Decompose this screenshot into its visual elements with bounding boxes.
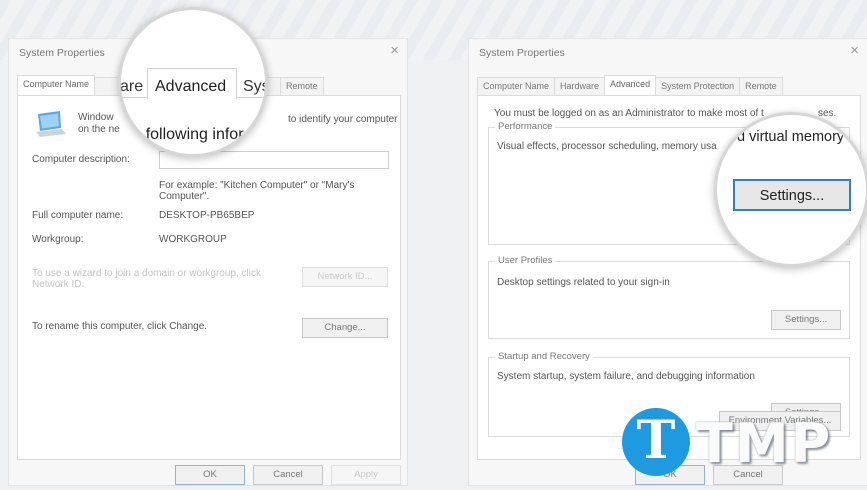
tab-system-protection[interactable]: System Protection — [655, 77, 741, 95]
user-profiles-group: User Profiles Desktop settings related t… — [488, 255, 850, 339]
tab-remote[interactable]: Remote — [739, 77, 783, 95]
ok-button[interactable]: OK — [175, 465, 245, 485]
full-computer-name-label: Full computer name: — [32, 210, 124, 221]
cancel-button[interactable]: Cancel — [253, 465, 323, 485]
user-profiles-group-label: User Profiles — [495, 255, 556, 266]
apply-button[interactable]: Apply — [331, 465, 401, 485]
magnified-performance-text: d virtual memory — [737, 129, 845, 145]
tab-computer-name[interactable]: Computer Name — [17, 75, 96, 95]
network-id-text-line2: Network ID. — [32, 279, 85, 290]
intro-text-line1: Window — [78, 112, 114, 123]
magnified-tab-system: Sys — [243, 78, 268, 95]
intro-text-line2: on the ne — [78, 124, 120, 135]
example-text-line1: For example: "Kitchen Computer" or "Mary… — [159, 180, 355, 191]
network-id-button[interactable]: Network ID... — [302, 267, 388, 287]
dialog-title: System Properties — [19, 47, 105, 59]
watermark-text: TMP — [696, 412, 833, 475]
workgroup-label: Workgroup: — [32, 234, 84, 245]
tab-computer-name[interactable]: Computer Name — [477, 77, 556, 95]
tmp-watermark-logo: T TMP — [622, 406, 862, 480]
intro-text-right: to identify your computer — [288, 114, 398, 125]
close-icon[interactable]: × — [850, 42, 859, 59]
magnified-tab-advanced: Advanced — [155, 78, 227, 95]
magnifier-right: d virtual memory Settings... — [714, 112, 867, 267]
magnifier-left: are Advanced Sys the following infor — [118, 7, 268, 157]
magnified-tab-hardware: are — [120, 78, 144, 95]
full-computer-name-value: DESKTOP-PB65BEP — [159, 210, 255, 221]
watermark-circle-icon: T — [622, 408, 690, 476]
startup-recovery-description: System startup, system failure, and debu… — [497, 371, 755, 382]
user-profiles-description: Desktop settings related to your sign-in — [497, 277, 670, 288]
workgroup-value: WORKGROUP — [159, 234, 227, 245]
dialog-title: System Properties — [479, 47, 565, 59]
rename-text: To rename this computer, click Change. — [32, 321, 208, 332]
close-icon[interactable]: × — [390, 42, 399, 59]
magnified-intro-text: the following infor — [119, 126, 244, 143]
computer-description-label: Computer description: — [32, 154, 130, 165]
computer-icon — [36, 111, 66, 137]
tab-remote[interactable]: Remote — [280, 77, 324, 95]
performance-description: Visual effects, processor scheduling, me… — [497, 141, 717, 152]
tab-advanced[interactable]: Advanced — [604, 75, 657, 95]
tab-strip: Computer Name Hardware Advanced System P… — [477, 75, 783, 95]
example-text-line2: Computer". — [159, 191, 210, 202]
admin-notice-text: You must be logged on as an Administrato… — [494, 108, 764, 119]
performance-settings-button[interactable]: Settings... — [733, 179, 851, 211]
startup-recovery-group-label: Startup and Recovery — [495, 351, 593, 362]
performance-group-label: Performance — [495, 121, 556, 132]
tab-hardware[interactable]: Hardware — [554, 77, 606, 95]
change-button[interactable]: Change... — [302, 318, 388, 338]
network-id-text-line1: To use a wizard to join a domain or work… — [32, 268, 261, 279]
user-profiles-settings-button[interactable]: Settings... — [771, 310, 841, 330]
